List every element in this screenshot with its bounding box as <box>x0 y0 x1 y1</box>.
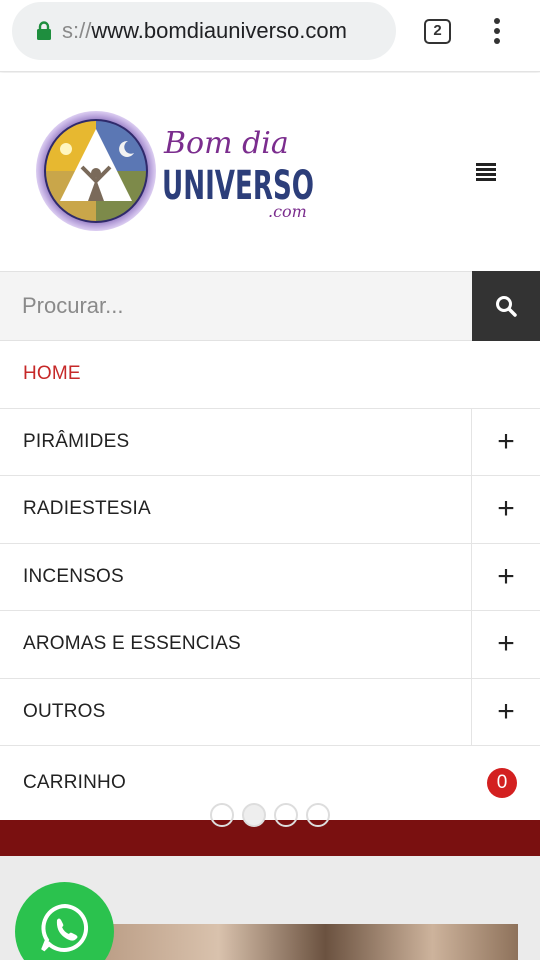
slider-dot[interactable] <box>210 803 234 827</box>
menu-item-label: OUTROS <box>23 700 106 722</box>
overflow-menu-icon[interactable] <box>488 16 506 46</box>
menu-item-label: RADIESTESIA <box>23 498 151 520</box>
menu-item-label: AROMAS E ESSENCIAS <box>23 633 241 655</box>
logo-line3: .com <box>268 202 307 221</box>
search-icon <box>496 296 517 317</box>
slider-dot[interactable] <box>306 803 330 827</box>
menu-item-home[interactable]: HOME <box>0 341 540 409</box>
tab-switcher-icon[interactable]: 2 <box>424 19 451 44</box>
hamburger-menu-icon[interactable] <box>476 163 496 181</box>
plus-icon[interactable]: + <box>471 476 540 543</box>
main-menu: HOME PIRÂMIDES + RADIESTESIA + INCENSOS … <box>0 341 540 820</box>
site-logo[interactable]: Bom dia UNIVERSO .com <box>36 109 326 233</box>
url-scheme: s:// <box>62 18 92 43</box>
plus-icon[interactable]: + <box>471 408 540 475</box>
url-text: s://www.bomdiauniverso.com <box>62 18 347 44</box>
menu-item-cart[interactable]: CARRINHO 0 <box>0 746 540 820</box>
plus-icon[interactable]: + <box>471 543 540 610</box>
plus-icon[interactable]: + <box>471 611 540 678</box>
product-image[interactable] <box>90 924 518 960</box>
menu-item-aromas[interactable]: AROMAS E ESSENCIAS + <box>0 611 540 679</box>
address-bar[interactable]: s://www.bomdiauniverso.com <box>12 2 396 60</box>
cart-count-badge: 0 <box>487 768 517 798</box>
menu-item-piramides[interactable]: PIRÂMIDES + <box>0 408 540 476</box>
menu-item-label: HOME <box>23 363 81 385</box>
whatsapp-icon <box>40 903 88 952</box>
browser-toolbar: s://www.bomdiauniverso.com 2 <box>0 0 540 72</box>
slider-dots <box>0 803 540 827</box>
search-button[interactable] <box>472 271 540 341</box>
menu-item-outros[interactable]: OUTROS + <box>0 678 540 746</box>
logo-line1: Bom dia <box>163 126 289 161</box>
plus-icon[interactable]: + <box>471 678 540 745</box>
url-host: www.bomdiauniverso.com <box>91 18 347 43</box>
menu-item-incensos[interactable]: INCENSOS + <box>0 543 540 611</box>
slider-dot[interactable] <box>274 803 298 827</box>
cart-label: CARRINHO <box>23 772 126 793</box>
search-bar <box>0 271 540 341</box>
menu-item-radiestesia[interactable]: RADIESTESIA + <box>0 476 540 544</box>
search-input[interactable] <box>0 272 472 340</box>
menu-item-label: PIRÂMIDES <box>23 430 130 452</box>
site-header: Bom dia UNIVERSO .com <box>0 73 540 271</box>
slider-dot[interactable] <box>242 803 266 827</box>
menu-item-label: INCENSOS <box>23 565 124 587</box>
lock-icon <box>37 21 51 40</box>
